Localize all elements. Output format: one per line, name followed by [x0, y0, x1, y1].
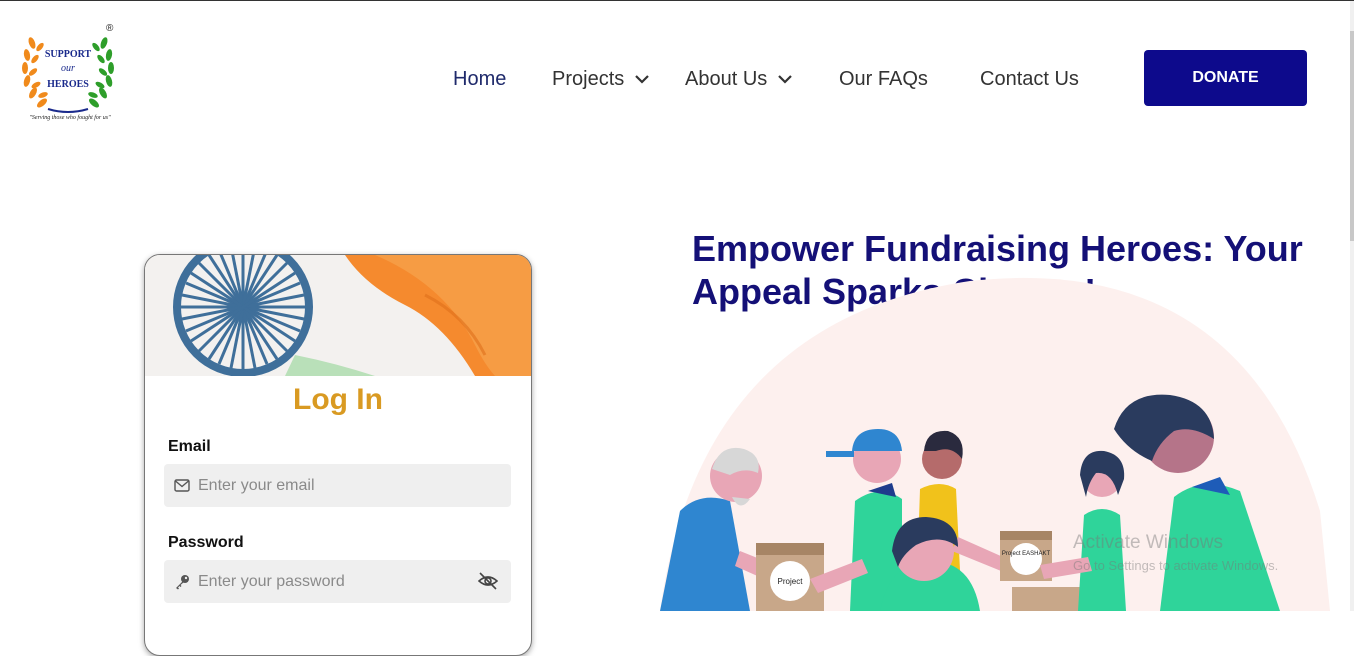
activate-windows-subtext: Go to Settings to activate Windows. — [1073, 558, 1279, 573]
donation-box-1: Project — [756, 543, 824, 611]
ashoka-chakra-icon — [173, 255, 313, 376]
envelope-icon — [174, 479, 190, 492]
chevron-down-icon — [634, 68, 650, 91]
login-title: Log In — [293, 383, 383, 416]
logo-text-support: SUPPORT — [44, 49, 92, 60]
password-label: Password — [168, 534, 244, 551]
logo-tagline: "Serving those who fought for us" — [29, 115, 111, 121]
registered-mark: ® — [106, 23, 114, 34]
nav-about-label: About Us — [685, 68, 768, 90]
nav-projects[interactable]: Projects — [552, 68, 650, 91]
logo-text-heroes: HEROES — [47, 79, 89, 90]
nav-faqs[interactable]: Our FAQs — [839, 68, 928, 91]
eye-slash-icon[interactable] — [477, 572, 499, 595]
logo-text-our: our — [61, 63, 75, 74]
flag-banner-image — [145, 255, 531, 376]
activate-windows-watermark: Activate Windows — [1073, 532, 1223, 553]
donate-button[interactable]: DONATE — [1144, 50, 1307, 106]
nav-faqs-label: Our FAQs — [839, 68, 928, 90]
chevron-down-icon — [777, 68, 793, 91]
box-2-label: Project EASHAKT — [1002, 551, 1051, 557]
email-label: Email — [168, 438, 211, 455]
page-scrollbar[interactable] — [1350, 1, 1354, 611]
nav-home[interactable]: Home — [453, 68, 506, 91]
password-field[interactable] — [164, 560, 511, 603]
key-icon — [174, 574, 190, 590]
email-field[interactable] — [164, 464, 511, 507]
scrollbar-thumb[interactable] — [1350, 31, 1354, 241]
email-input[interactable] — [198, 476, 458, 495]
nav-about[interactable]: About Us — [685, 68, 793, 91]
password-input[interactable] — [198, 572, 458, 591]
nav-projects-label: Projects — [552, 68, 625, 90]
login-card: Log In Email Password — [144, 254, 532, 656]
site-logo[interactable]: SUPPORT our HEROES "Serving those who fo… — [20, 23, 120, 127]
box-1-label: Project — [778, 577, 804, 586]
nav-home-label: Home — [453, 68, 507, 90]
nav-contact[interactable]: Contact Us — [980, 68, 1079, 91]
nav-contact-label: Contact Us — [980, 68, 1079, 90]
